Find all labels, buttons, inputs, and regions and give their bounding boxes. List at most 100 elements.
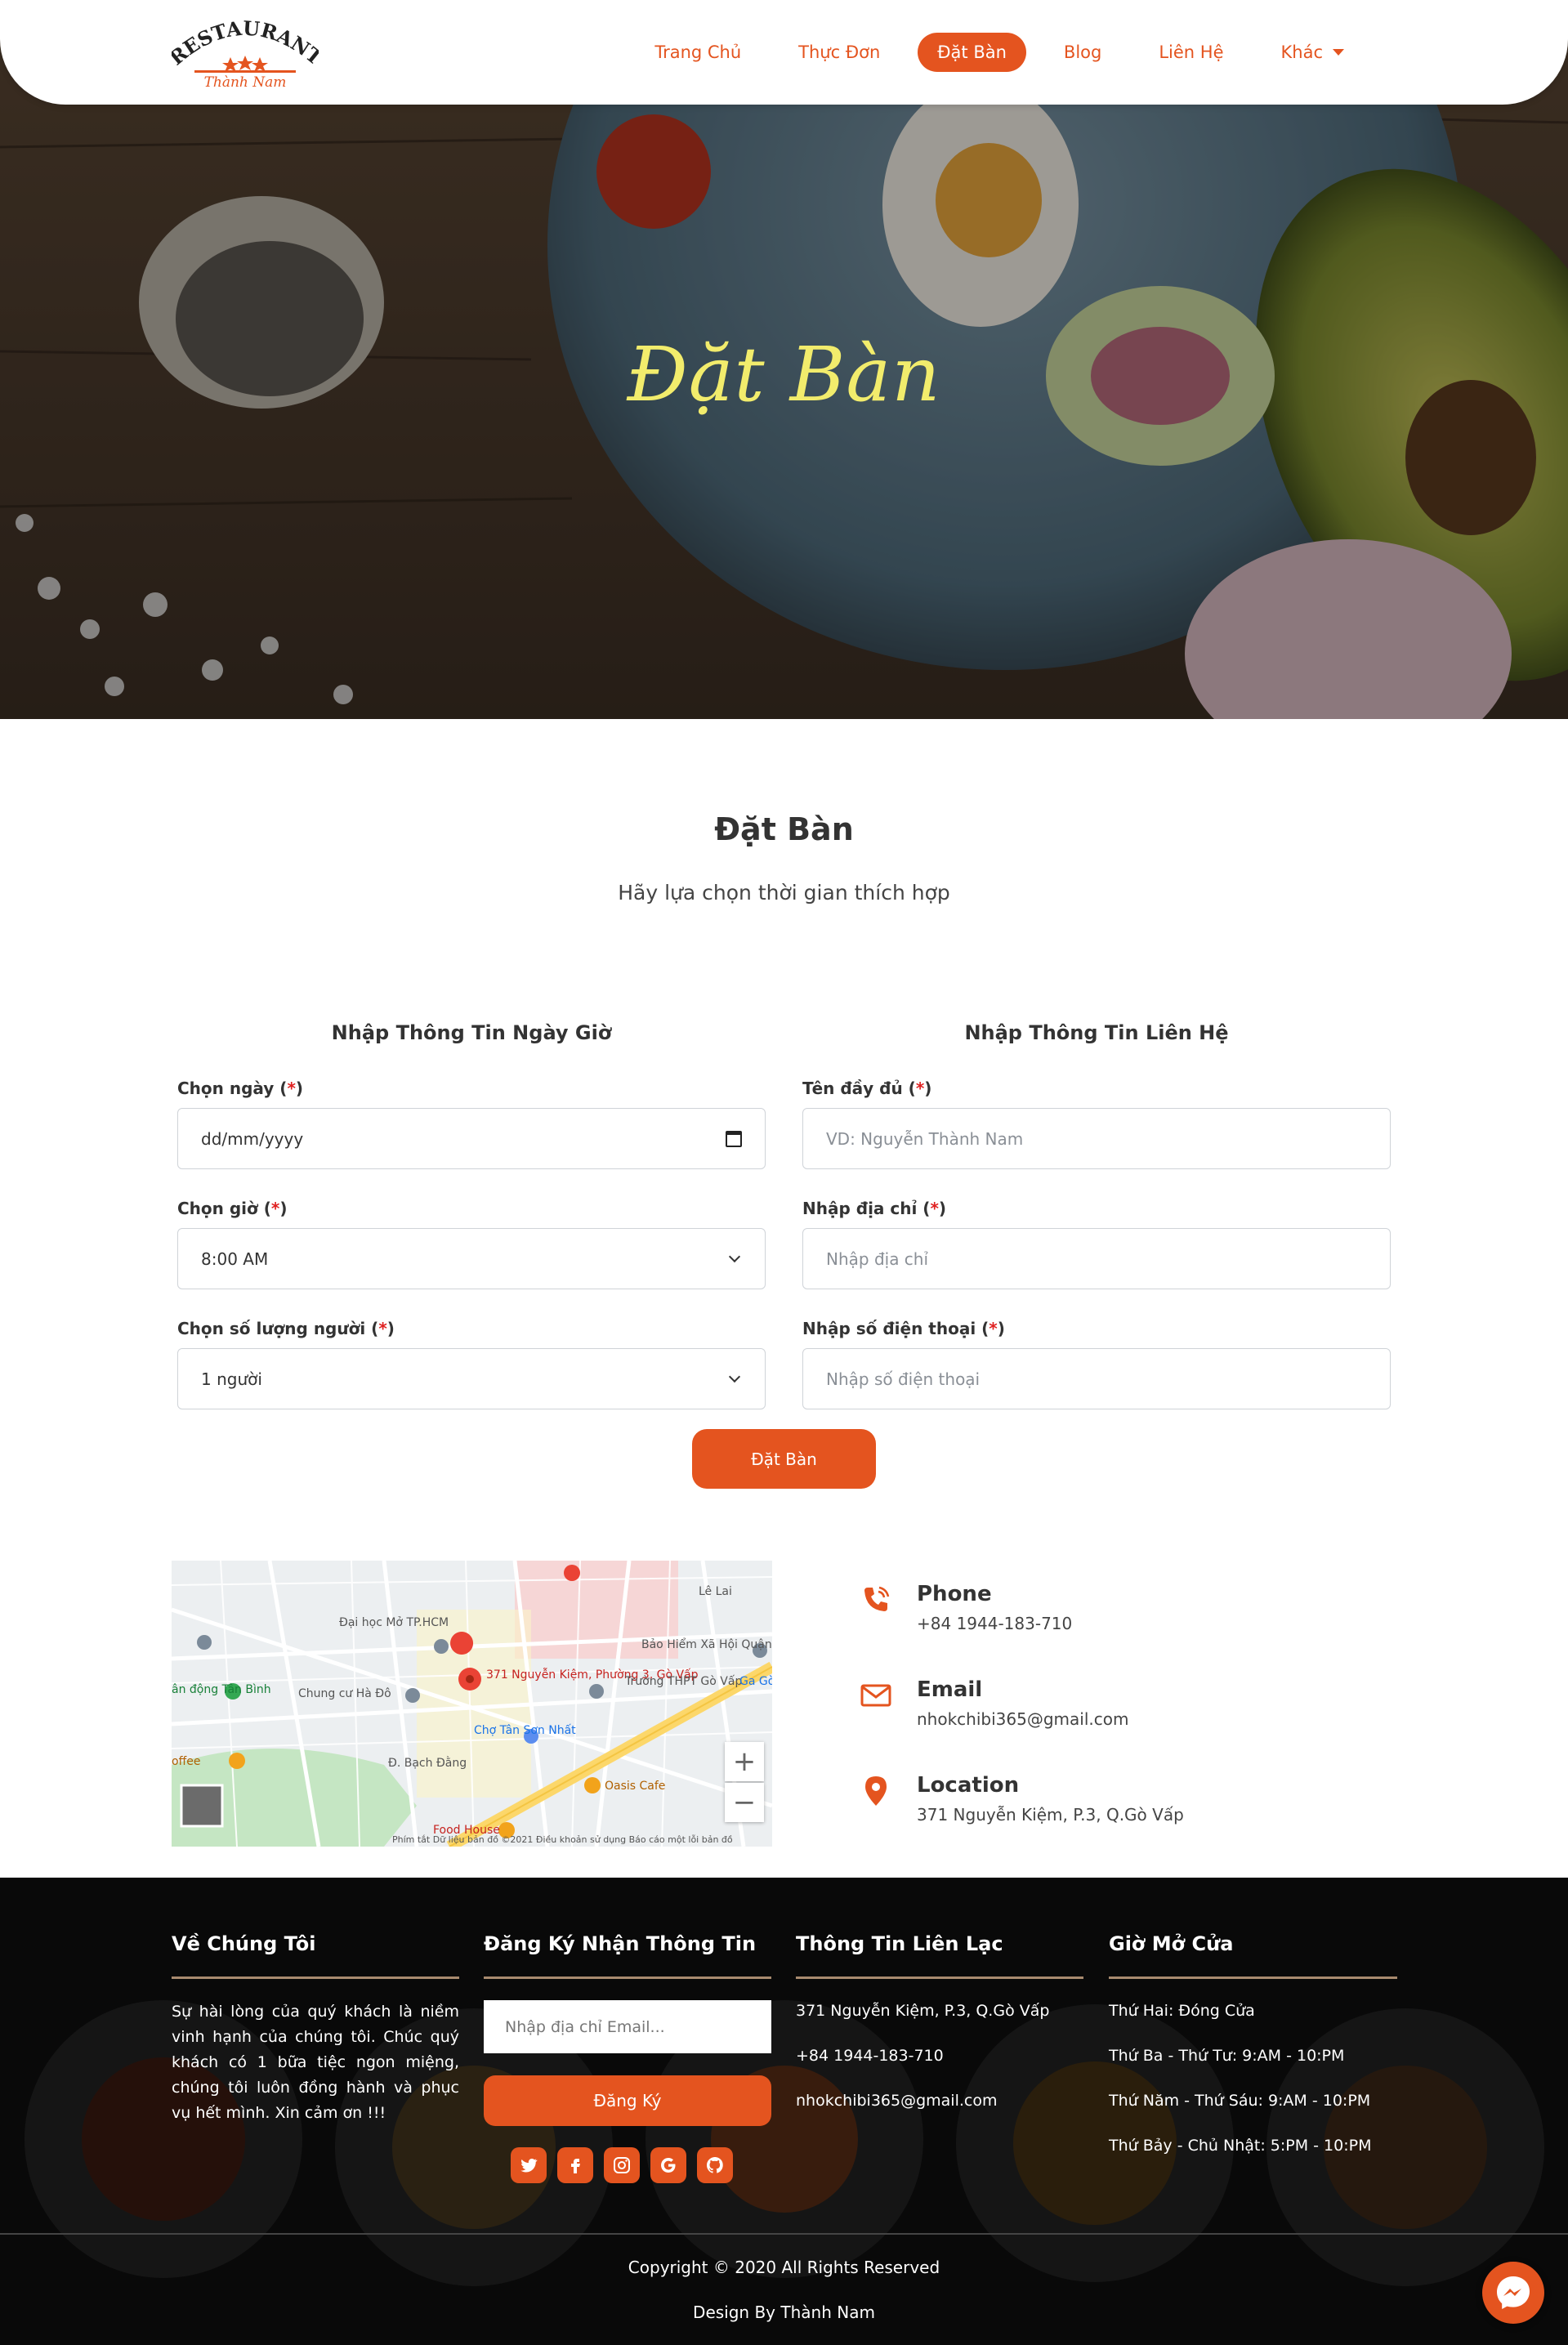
phone-input[interactable]: Nhập số điện thoại [802, 1348, 1391, 1409]
main-nav: Trang Chủ Thực Đơn Đặt Bàn Blog Liên Hệ … [635, 33, 1364, 72]
phone-title: Phone [917, 1582, 992, 1606]
map-label: Trường THPT Gò Vấp [625, 1675, 743, 1688]
required-mark: * [378, 1319, 387, 1338]
copyright-divider [0, 2233, 1568, 2235]
section-title: Đặt Bàn [714, 811, 854, 847]
people-label-text: Chọn số lượng người [177, 1319, 366, 1338]
required-mark: * [270, 1199, 280, 1218]
envelope-icon [860, 1684, 891, 1707]
logo[interactable]: RESTAURANT Thành Nam [164, 15, 327, 91]
map-label: Lê Lai [699, 1585, 732, 1598]
email-title: Email [917, 1677, 983, 1702]
map-label: Chợ Tân Sơn Nhất [474, 1724, 576, 1737]
contact-info-title: Thông Tin Liên Lạc [796, 1932, 1003, 1955]
nav-item-booking[interactable]: Đặt Bàn [918, 33, 1026, 72]
address-placeholder: Nhập địa chỉ [826, 1248, 929, 1269]
hours-divider [1109, 1976, 1397, 1979]
required-mark: * [287, 1079, 296, 1098]
hours-title: Giờ Mở Cửa [1109, 1932, 1234, 1955]
phone-label-text: Nhập số điện thoại [802, 1319, 976, 1338]
messenger-icon [1497, 2276, 1530, 2309]
address-input[interactable]: Nhập địa chỉ [802, 1228, 1391, 1289]
map-label: Oasis Cafe [605, 1780, 666, 1793]
time-label-text: Chọn giờ [177, 1199, 258, 1218]
map-label: Đ. Bạch Đằng [388, 1757, 467, 1770]
time-label: Chọn giờ (*) [177, 1199, 288, 1218]
people-select[interactable]: 1 người [177, 1348, 766, 1409]
email-value: nhokchibi365@gmail.com [917, 1709, 1129, 1729]
full-name-input[interactable]: VD: Nguyễn Thành Nam [802, 1108, 1391, 1169]
full-name-placeholder: VD: Nguyễn Thành Nam [826, 1128, 1024, 1149]
subscribe-button[interactable]: Đăng Ký [484, 2075, 771, 2126]
logo-bottom-text: Thành Nam [204, 74, 287, 90]
map-label: offee [172, 1755, 201, 1768]
date-label: Chọn ngày (*) [177, 1079, 304, 1098]
required-mark: * [915, 1079, 925, 1098]
date-input-placeholder: dd/mm/yyyy [201, 1128, 304, 1149]
time-select-value: 8:00 AM [201, 1248, 269, 1269]
hero-title: Đặt Bàn [627, 331, 941, 418]
newsletter-divider [484, 1976, 771, 1979]
nav-item-more-label: Khác [1280, 42, 1324, 62]
address-label: Nhập địa chỉ (*) [802, 1199, 947, 1218]
hero-banner: Đặt Bàn [0, 0, 1568, 719]
datetime-heading: Nhập Thông Tin Ngày Giờ [331, 1021, 612, 1044]
newsletter-email-placeholder: Nhập địa chỉ Email... [505, 2017, 665, 2036]
caret-down-icon [1333, 49, 1344, 56]
google-map[interactable]: Đại học Mở TP.HCM Bảo Hiểm Xã Hội Quận G… [172, 1561, 772, 1847]
time-select[interactable]: 8:00 AM [177, 1228, 766, 1289]
map-tiles [172, 1561, 772, 1847]
google-icon[interactable] [650, 2147, 686, 2183]
date-label-text: Chọn ngày [177, 1079, 275, 1098]
nav-item-home[interactable]: Trang Chủ [635, 33, 761, 72]
hours-line: Thứ Năm - Thứ Sáu: 9:AM - 10:PM [1109, 2092, 1371, 2110]
footer-address: 371 Nguyễn Kiệm, P.3, Q.Gò Vấp [796, 2002, 1050, 2020]
contact-info-heading: Nhập Thông Tin Liên Hệ [964, 1021, 1229, 1044]
footer-email: nhokchibi365@gmail.com [796, 2092, 998, 2110]
location-title: Location [917, 1773, 1020, 1798]
phone-icon [864, 1586, 890, 1611]
about-title: Về Chúng Tôi [172, 1932, 316, 1955]
nav-item-blog[interactable]: Blog [1044, 33, 1121, 72]
copyright-text: Copyright © 2020 All Rights Reserved [628, 2258, 940, 2277]
name-label: Tên đầy đủ (*) [802, 1079, 932, 1098]
location-value: 371 Nguyễn Kiệm, P.3, Q.Gò Vấp [917, 1805, 1184, 1825]
book-table-button[interactable]: Đặt Bàn [692, 1429, 876, 1489]
address-label-text: Nhập địa chỉ [802, 1199, 918, 1218]
calendar-icon[interactable] [726, 1130, 742, 1147]
twitter-icon[interactable] [511, 2147, 547, 2183]
required-mark: * [930, 1199, 939, 1218]
newsletter-email-input[interactable]: Nhập địa chỉ Email... [484, 2000, 771, 2053]
map-attribution: Phím tắt Dữ liệu bản đồ ©2021 Điều khoản… [392, 1834, 733, 1845]
phone-value: +84 1944-183-710 [917, 1614, 1073, 1633]
map-zoom-out-button[interactable]: − [725, 1783, 764, 1822]
phone-placeholder: Nhập số điện thoại [826, 1369, 981, 1389]
chevron-down-icon [728, 1370, 741, 1382]
logo-icon: RESTAURANT Thành Nam [164, 16, 327, 91]
map-marker-icon [865, 1776, 887, 1806]
instagram-icon[interactable] [604, 2147, 640, 2183]
about-text: Sự hài lòng của quý khách là niềm vinh h… [172, 2003, 459, 2122]
map-label: Bảo Hiểm Xã Hội Quận Gò Vấp [641, 1638, 772, 1651]
date-input[interactable]: dd/mm/yyyy [177, 1108, 766, 1169]
hours-line: Thứ Hai: Đóng Cửa [1109, 2002, 1255, 2020]
github-icon[interactable] [697, 2147, 733, 2183]
required-mark: * [989, 1319, 998, 1338]
nav-item-more[interactable]: Khác [1262, 33, 1365, 72]
messenger-chat-button[interactable] [1482, 2262, 1544, 2324]
site-header: RESTAURANT Thành Nam Trang Chủ Thực Đơn … [0, 0, 1568, 105]
name-label-text: Tên đầy đủ [802, 1079, 903, 1098]
map-zoom-in-button[interactable]: + [725, 1742, 764, 1781]
newsletter-title: Đăng Ký Nhận Thông Tin [484, 1932, 757, 1955]
chevron-down-icon [728, 1250, 741, 1262]
map-label: Ga Gò V [739, 1675, 772, 1688]
facebook-icon[interactable] [557, 2147, 593, 2183]
people-select-value: 1 người [201, 1369, 262, 1389]
design-by-text: Design By Thành Nam [693, 2303, 875, 2322]
nav-item-menu[interactable]: Thực Đơn [779, 33, 900, 72]
nav-item-contact[interactable]: Liên Hệ [1139, 33, 1243, 72]
people-label: Chọn số lượng người (*) [177, 1319, 395, 1338]
map-label: ân động Tân Bình [172, 1683, 271, 1696]
map-label: Chung cư Hà Đô [298, 1687, 391, 1700]
section-subtitle: Hãy lựa chọn thời gian thích hợp [618, 881, 950, 904]
